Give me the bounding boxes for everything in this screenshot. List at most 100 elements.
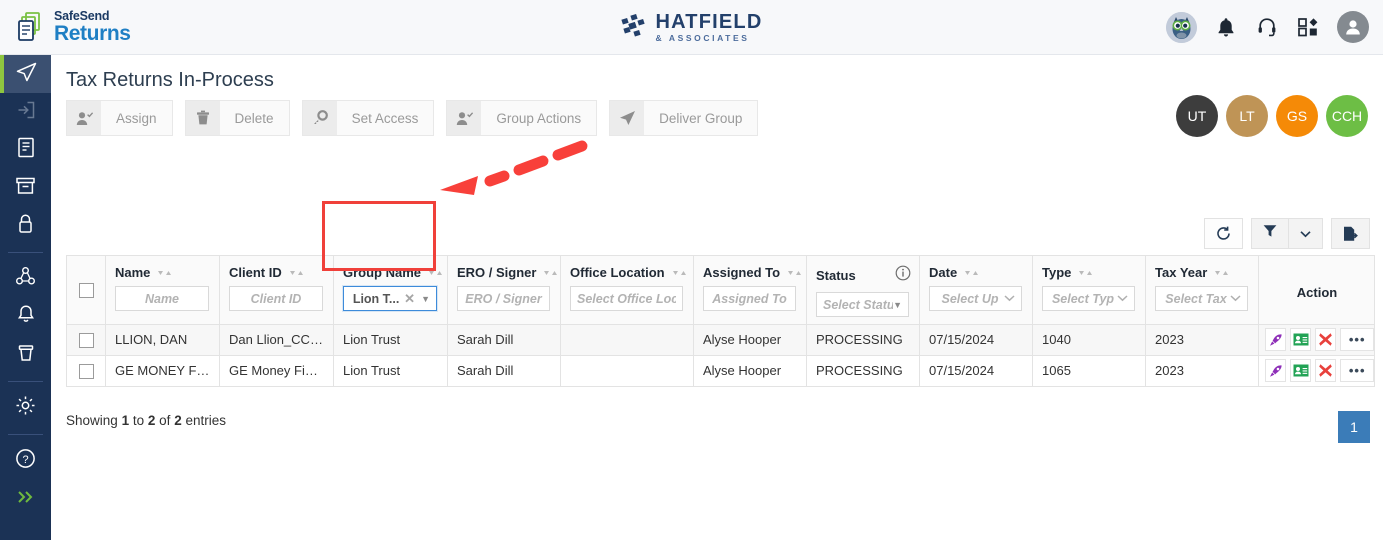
showing-entries-text: Showing 1 to 2 of 2 entries [66, 413, 226, 428]
column-header-tax-year: Tax Year Select Tax [1145, 255, 1259, 325]
firm-name: HATFIELD [655, 10, 763, 33]
column-header-action: Action [1258, 255, 1375, 325]
filter-input-client-id[interactable]: Client ID [229, 286, 323, 311]
sort-toggle-name[interactable] [157, 269, 173, 277]
filter-button[interactable] [1252, 224, 1288, 243]
sidebar-item-recycle[interactable] [0, 336, 51, 374]
sort-toggle-office-location[interactable] [672, 269, 688, 277]
sort-toggle-tax-year[interactable] [1214, 269, 1230, 277]
refresh-button[interactable] [1204, 218, 1243, 249]
sort-toggle-date[interactable] [964, 269, 980, 277]
svg-text:?: ? [22, 454, 28, 466]
showing-of-word: of [159, 413, 171, 428]
delete-button[interactable]: Delete [184, 100, 290, 136]
paper-plane-icon [610, 101, 645, 135]
sidebar-item-share[interactable] [0, 260, 51, 298]
filter-select-date[interactable]: Select Up [929, 286, 1022, 311]
table-row[interactable]: GE MONEY FIN... GE Money Finan... Lion T… [66, 355, 1375, 387]
cell-office-location [560, 355, 694, 387]
chevron-down-icon[interactable]: ▼ [421, 294, 430, 304]
column-label-tax-year: Tax Year [1155, 265, 1208, 280]
row-checkbox[interactable] [78, 364, 94, 379]
sort-toggle-assigned-to[interactable] [787, 269, 803, 277]
chevron-down-icon[interactable] [1117, 294, 1128, 304]
sort-toggle-client-id[interactable] [289, 269, 305, 277]
select-all-checkbox[interactable] [78, 283, 94, 298]
filter-input-name[interactable]: Name [115, 286, 209, 311]
sidebar-item-in-process[interactable] [0, 93, 51, 131]
export-button[interactable] [1331, 218, 1370, 249]
table-row[interactable]: LLION, DAN Dan Llion_CCH_... Lion Trust … [66, 324, 1375, 356]
more-actions[interactable]: ••• [1340, 359, 1374, 382]
client-view-action[interactable] [1290, 328, 1312, 351]
sidebar-item-notifications[interactable] [0, 298, 51, 336]
table-header-row: Name Name Client ID Client ID Group Name… [66, 255, 1375, 325]
group-avatars: UT LT GS CCH [1176, 95, 1368, 137]
pagination-page-1[interactable]: 1 [1338, 411, 1370, 443]
column-label-action: Action [1296, 285, 1338, 300]
avatar-gs[interactable]: GS [1276, 95, 1318, 137]
assign-button[interactable]: Assign [66, 100, 173, 136]
sidebar-divider-3 [8, 434, 43, 435]
group-actions-button[interactable]: Group Actions [446, 100, 598, 136]
filter-select-tax-year[interactable]: Select Tax [1155, 286, 1248, 311]
filter-input-assigned-to[interactable]: Assigned To [703, 286, 796, 311]
sidebar-item-expand[interactable] [0, 480, 51, 518]
cell-tax-year: 2023 [1145, 324, 1259, 356]
chevron-down-icon[interactable] [1230, 294, 1241, 304]
cell-assigned-to: Alyse Hooper [693, 324, 807, 356]
chevron-down-icon[interactable] [1004, 294, 1015, 304]
column-header-assigned-to: Assigned To Assigned To [693, 255, 807, 325]
chevron-down-icon [1300, 225, 1311, 243]
question-circle-icon: ? [15, 448, 36, 474]
trash-icon [185, 101, 220, 135]
funnel-icon [1263, 224, 1277, 243]
sidebar-item-archive[interactable] [0, 169, 51, 207]
user-avatar-icon[interactable] [1337, 11, 1369, 43]
delete-button-label: Delete [219, 101, 289, 135]
cell-assigned-to: Alyse Hooper [693, 355, 807, 387]
sort-toggle-group-name[interactable] [428, 269, 444, 277]
avatar-ut[interactable]: UT [1176, 95, 1218, 137]
info-icon[interactable] [895, 265, 911, 286]
more-actions[interactable]: ••• [1340, 328, 1374, 351]
row-select-cell [66, 355, 106, 387]
column-header-ero-signer: ERO / Signer ERO / Signer [447, 255, 561, 325]
filter-dropdown-button[interactable] [1289, 225, 1322, 243]
filter-input-ero-signer[interactable]: ERO / Signer [457, 286, 550, 311]
sidebar-item-reports[interactable] [0, 131, 51, 169]
avatar-gs-label: GS [1286, 108, 1308, 124]
avatar-lt[interactable]: LT [1226, 95, 1268, 137]
filter-select-type[interactable]: Select Typ [1042, 286, 1135, 311]
filter-input-office-location[interactable]: Select Office Location [570, 286, 683, 311]
delete-action[interactable] [1315, 328, 1337, 351]
cell-type: 1065 [1032, 355, 1146, 387]
client-view-action[interactable] [1290, 359, 1312, 382]
sidebar-item-delivered[interactable] [0, 55, 51, 93]
chevron-down-icon[interactable]: ▼ [893, 300, 902, 310]
safesend-returns-logo[interactable]: SafeSend Returns [18, 10, 131, 44]
sidebar-item-settings[interactable] [0, 389, 51, 427]
column-label-type: Type [1042, 265, 1072, 280]
filter-select-group-name[interactable]: Lion T... ✕ ▼ [343, 286, 437, 311]
set-access-button[interactable]: Set Access [301, 100, 435, 136]
filter-select-status[interactable]: Select Status ▼ [816, 292, 909, 317]
sign-in-arrow-icon [16, 100, 36, 125]
row-checkbox[interactable] [78, 333, 94, 348]
clear-filter-icon[interactable]: ✕ [404, 291, 415, 307]
deliver-group-button[interactable]: Deliver Group [609, 100, 759, 136]
send-reminder-action[interactable] [1265, 328, 1287, 351]
apps-grid-icon[interactable] [1296, 15, 1320, 39]
owl-avatar-icon[interactable] [1166, 11, 1197, 43]
table-controls [1204, 218, 1370, 249]
group-actions-button-label: Group Actions [481, 101, 597, 135]
sort-toggle-type[interactable] [1078, 269, 1094, 277]
sidebar-item-help[interactable]: ? [0, 442, 51, 480]
delete-action[interactable] [1315, 359, 1337, 382]
headset-icon[interactable] [1255, 15, 1279, 39]
sidebar-item-locked[interactable] [0, 207, 51, 245]
bell-icon[interactable] [1214, 15, 1238, 39]
send-reminder-action[interactable] [1265, 359, 1287, 382]
sort-toggle-ero-signer[interactable] [543, 269, 559, 277]
avatar-cch[interactable]: CCH [1326, 95, 1368, 137]
